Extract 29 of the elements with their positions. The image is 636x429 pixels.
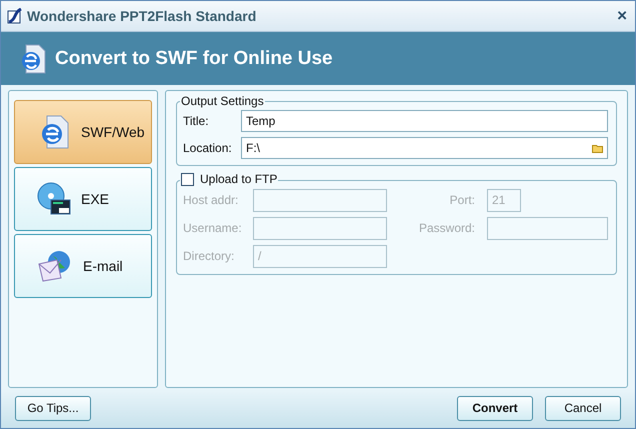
close-button[interactable]: × [617, 7, 627, 24]
field-label: Directory: [183, 249, 236, 264]
envelope-with-globe-icon [37, 250, 73, 282]
mode-button[interactable]: SWF/Web [14, 100, 152, 164]
field-label: Port: [448, 193, 476, 208]
location-field[interactable]: F:\ [241, 137, 608, 160]
convert-button[interactable]: Convert [457, 396, 533, 421]
field-label: Username: [183, 221, 243, 236]
title-field[interactable]: Temp [241, 110, 608, 132]
username-field[interactable] [253, 216, 387, 240]
group-title: Output Settings [180, 94, 265, 108]
app-logo-icon [7, 8, 23, 24]
password-field[interactable] [487, 216, 608, 240]
header-title: Convert to SWF for Online Use [55, 48, 333, 70]
tips-button[interactable]: Go Tips... [15, 396, 91, 421]
cancel-button[interactable]: Cancel [545, 396, 621, 421]
field-label: Host addr: [183, 193, 240, 208]
mode-button[interactable]: E-mail [14, 234, 152, 298]
host-field[interactable] [253, 188, 387, 212]
web-page-icon [39, 114, 71, 150]
checkbox-label: Upload to FTP [200, 172, 278, 186]
field-label: Location: [183, 141, 233, 156]
web-page-icon [19, 42, 47, 75]
field-label: Password: [418, 221, 476, 236]
field-label: Title: [183, 114, 210, 128]
folder-icon[interactable] [592, 144, 603, 153]
window-title: Wondershare PPT2Flash Standard [27, 8, 258, 24]
mode-button[interactable]: EXE [14, 167, 152, 232]
disc-with-window-icon [37, 182, 71, 216]
